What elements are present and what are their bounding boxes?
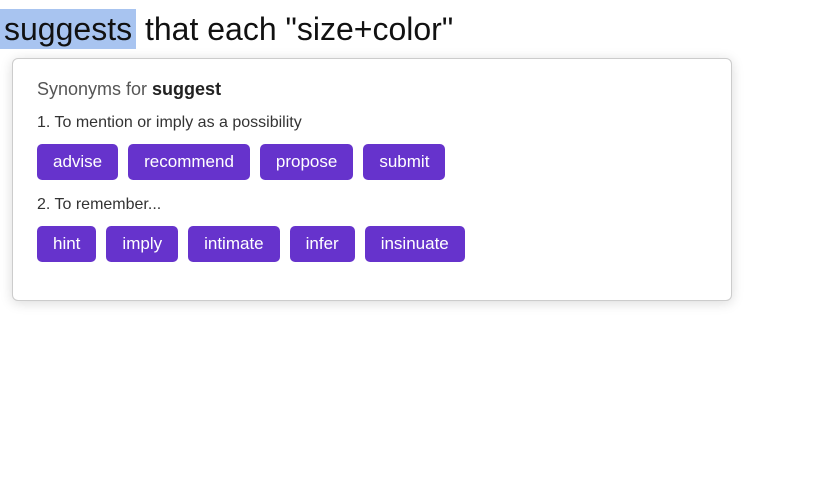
sense-section-2: 2. To remember... hint imply intimate in… [37,196,707,262]
popup-title-word: suggest [152,79,221,99]
synonym-infer[interactable]: infer [290,226,355,262]
synonym-imply[interactable]: imply [106,226,178,262]
synonyms-row-1: advise recommend propose submit [37,144,707,180]
sense-label-2: 2. To remember... [37,196,707,214]
synonym-propose[interactable]: propose [260,144,353,180]
synonym-intimate[interactable]: intimate [188,226,280,262]
synonyms-row-2: hint imply intimate infer insinuate [37,226,707,262]
synonym-advise[interactable]: advise [37,144,118,180]
highlighted-word: suggests [0,9,136,49]
sense-label-1: 1. To mention or imply as a possibility [37,114,707,132]
synonym-hint[interactable]: hint [37,226,96,262]
popup-title-prefix: Synonyms for [37,79,152,99]
header-text: suggests that each "size+color" [0,0,838,58]
synonyms-popup: Synonyms for suggest 1. To mention or im… [12,58,732,301]
popup-title: Synonyms for suggest [37,79,707,100]
synonym-submit[interactable]: submit [363,144,445,180]
synonym-insinuate[interactable]: insinuate [365,226,465,262]
sense-section-1: 1. To mention or imply as a possibility … [37,114,707,180]
synonym-recommend[interactable]: recommend [128,144,250,180]
header-suffix: that each "size+color" [136,11,453,47]
